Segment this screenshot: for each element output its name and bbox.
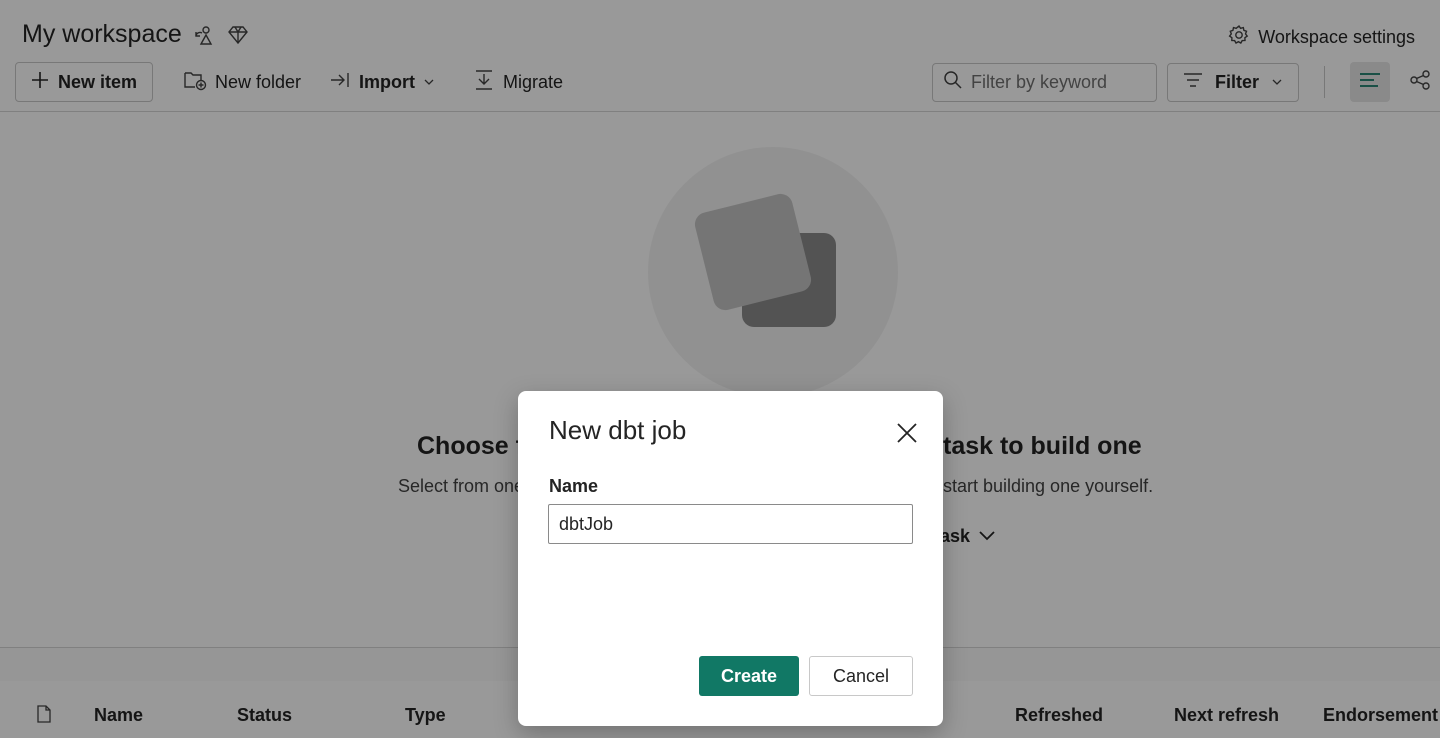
name-label: Name xyxy=(549,476,599,496)
close-icon[interactable] xyxy=(893,419,921,447)
cancel-button[interactable]: Cancel xyxy=(809,656,913,696)
new-dbt-job-dialog: New dbt job Name Create Cancel xyxy=(518,391,943,726)
create-button[interactable]: Create xyxy=(699,656,799,696)
dialog-title: New dbt job xyxy=(549,415,687,445)
name-input[interactable] xyxy=(548,504,913,544)
